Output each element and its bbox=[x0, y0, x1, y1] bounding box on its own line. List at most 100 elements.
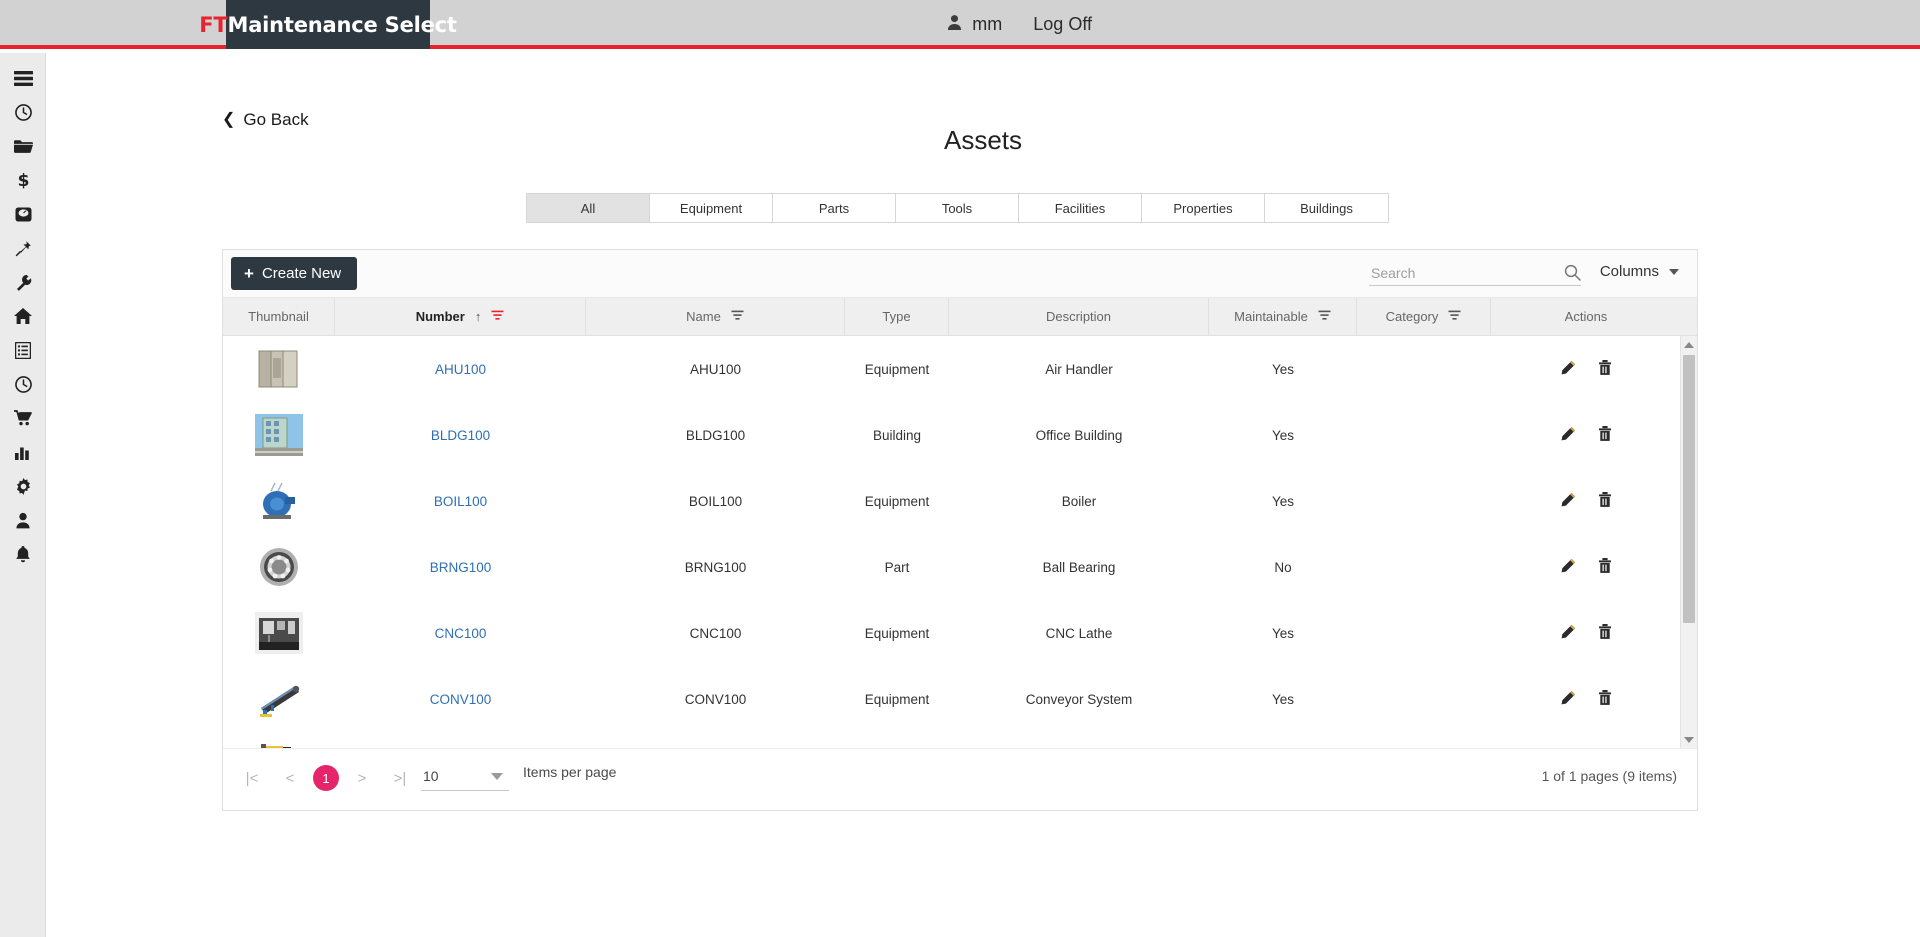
column-header-thumbnail-label: Thumbnail bbox=[248, 309, 309, 324]
asset-number-link[interactable]: CNC100 bbox=[435, 626, 487, 641]
table-row[interactable]: CONV100 CONV100 Equipment Conveyor Syste… bbox=[223, 666, 1697, 732]
sidebar-item-folder[interactable] bbox=[0, 129, 46, 163]
sidebar-item-notifications[interactable] bbox=[0, 537, 46, 571]
items-per-page-select[interactable]: 10 bbox=[421, 761, 509, 791]
sidebar-item-schedule[interactable] bbox=[0, 367, 46, 401]
previous-page-button[interactable]: < bbox=[275, 763, 305, 793]
sidebar-item-maintenance[interactable] bbox=[0, 265, 46, 299]
tab-parts[interactable]: Parts bbox=[773, 194, 896, 222]
trash-icon[interactable] bbox=[1598, 492, 1612, 510]
cell-number[interactable]: AHU100 bbox=[335, 336, 586, 402]
last-page-button[interactable]: >| bbox=[385, 763, 415, 793]
sidebar-item-finance[interactable]: $ bbox=[0, 163, 46, 197]
cell-actions bbox=[1491, 666, 1681, 732]
cell-maintainable: Yes bbox=[1271, 361, 1295, 377]
pencil-icon[interactable] bbox=[1561, 426, 1576, 444]
pencil-icon[interactable] bbox=[1561, 360, 1576, 378]
trash-icon[interactable] bbox=[1598, 360, 1612, 378]
column-header-number[interactable]: Number ↑ bbox=[335, 298, 586, 335]
cell-type: Equipment bbox=[864, 625, 930, 641]
tab-equipment[interactable]: Equipment bbox=[650, 194, 773, 222]
cell-description: Conveyor System bbox=[1025, 691, 1133, 707]
table-body: AHU100 AHU100 Equipment Air Handler Yes … bbox=[223, 336, 1697, 748]
scroll-up-button[interactable] bbox=[1681, 336, 1697, 353]
table-vertical-scrollbar[interactable] bbox=[1680, 336, 1697, 748]
asset-number-link[interactable]: BRNG100 bbox=[430, 560, 492, 575]
current-page-button[interactable]: 1 bbox=[313, 765, 339, 791]
column-header-thumbnail[interactable]: Thumbnail bbox=[223, 298, 335, 335]
cell-name: BRNG100 bbox=[684, 559, 747, 575]
search-icon[interactable] bbox=[1564, 264, 1581, 286]
tab-all[interactable]: All bbox=[527, 194, 650, 222]
asset-number-link[interactable]: CONV100 bbox=[430, 692, 492, 707]
tab-facilities[interactable]: Facilities bbox=[1019, 194, 1142, 222]
cell-number[interactable]: BLDG100 bbox=[335, 402, 586, 468]
gauge-icon bbox=[14, 103, 32, 121]
columns-dropdown[interactable]: Columns bbox=[1600, 263, 1679, 280]
column-header-description-label: Description bbox=[1045, 309, 1112, 324]
table-row[interactable]: AHU100 AHU100 Equipment Air Handler Yes bbox=[223, 336, 1697, 402]
filter-icon-category[interactable] bbox=[1448, 309, 1461, 325]
table-row[interactable]: BLDG100 BLDG100 Building Office Building… bbox=[223, 402, 1697, 468]
column-header-description[interactable]: Description bbox=[949, 298, 1209, 335]
pencil-icon[interactable] bbox=[1561, 624, 1576, 642]
sidebar-item-purchasing[interactable] bbox=[0, 401, 46, 435]
sidebar-item-gauge[interactable] bbox=[0, 95, 46, 129]
column-header-type[interactable]: Type bbox=[845, 298, 949, 335]
tab-properties[interactable]: Properties bbox=[1142, 194, 1265, 222]
sidebar-item-home[interactable] bbox=[0, 299, 46, 333]
cell-category bbox=[1357, 732, 1491, 748]
column-header-maintainable[interactable]: Maintainable bbox=[1209, 298, 1357, 335]
sidebar-item-settings[interactable] bbox=[0, 469, 46, 503]
table-row-partial[interactable] bbox=[223, 732, 1697, 748]
table-row[interactable]: BOIL100 BOIL100 Equipment Boiler Yes bbox=[223, 468, 1697, 534]
boiler-thumbnail bbox=[255, 480, 303, 522]
tab-tools[interactable]: Tools bbox=[896, 194, 1019, 222]
scrollbar-thumb[interactable] bbox=[1683, 355, 1695, 623]
sidebar-item-scale[interactable] bbox=[0, 197, 46, 231]
page-count-label: 1 of 1 pages (9 items) bbox=[1541, 768, 1677, 784]
sidebar-item-users[interactable] bbox=[0, 503, 46, 537]
sidebar-item-list[interactable] bbox=[0, 333, 46, 367]
create-new-button[interactable]: + Create New bbox=[231, 257, 358, 290]
username-label: mm bbox=[972, 14, 1003, 34]
trash-icon[interactable] bbox=[1598, 558, 1612, 576]
pencil-icon[interactable] bbox=[1561, 558, 1576, 576]
arrow-up-icon bbox=[1684, 341, 1694, 348]
log-off-link[interactable]: Log Off bbox=[1033, 14, 1092, 35]
cell-category bbox=[1357, 402, 1491, 468]
cell-maintainable: Yes bbox=[1271, 691, 1295, 707]
trash-icon[interactable] bbox=[1598, 624, 1612, 642]
tab-buildings[interactable]: Buildings bbox=[1265, 194, 1388, 222]
sidebar-item-pin[interactable] bbox=[0, 231, 46, 265]
first-page-button[interactable]: |< bbox=[237, 763, 267, 793]
asset-number-link[interactable]: BLDG100 bbox=[431, 428, 490, 443]
cell-number[interactable]: CONV100 bbox=[335, 666, 586, 732]
app-logo[interactable]: FTMaintenance Select bbox=[199, 0, 457, 49]
cell-thumbnail bbox=[223, 666, 335, 732]
column-header-category[interactable]: Category bbox=[1357, 298, 1491, 335]
filter-icon-name[interactable] bbox=[731, 309, 744, 325]
sidebar-item-reports[interactable] bbox=[0, 435, 46, 469]
asset-number-link[interactable]: BOIL100 bbox=[434, 494, 487, 509]
trash-icon[interactable] bbox=[1598, 690, 1612, 708]
cell-number[interactable]: BRNG100 bbox=[335, 534, 586, 600]
table-row[interactable]: BRNG100 BRNG100 Part Ball Bearing No bbox=[223, 534, 1697, 600]
sort-ascending-icon[interactable]: ↑ bbox=[475, 309, 482, 324]
search-input[interactable] bbox=[1369, 263, 1553, 282]
chevron-down-icon bbox=[1669, 268, 1679, 275]
cell-number[interactable]: CNC100 bbox=[335, 600, 586, 666]
pencil-icon[interactable] bbox=[1561, 690, 1576, 708]
next-page-button[interactable]: > bbox=[347, 763, 377, 793]
column-header-name[interactable]: Name bbox=[586, 298, 845, 335]
pencil-icon[interactable] bbox=[1561, 492, 1576, 510]
sidebar-item-menu[interactable] bbox=[0, 61, 46, 95]
table-row[interactable]: CNC100 CNC100 Equipment CNC Lathe Yes bbox=[223, 600, 1697, 666]
asset-number-link[interactable]: AHU100 bbox=[435, 362, 486, 377]
scroll-down-button[interactable] bbox=[1681, 731, 1697, 748]
filter-icon-maintainable[interactable] bbox=[1318, 309, 1331, 325]
tab-tools-label: Tools bbox=[941, 200, 973, 216]
cell-number[interactable]: BOIL100 bbox=[335, 468, 586, 534]
filter-icon-number[interactable] bbox=[491, 309, 504, 325]
trash-icon[interactable] bbox=[1598, 426, 1612, 444]
